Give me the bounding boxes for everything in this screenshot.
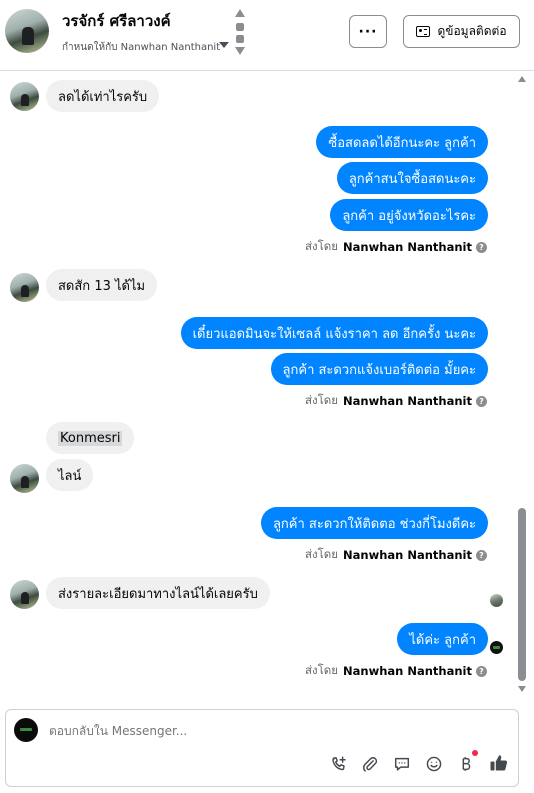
scrollbar-down-arrow[interactable]	[518, 686, 526, 692]
page-avatar	[14, 718, 38, 742]
highlighted-text[interactable]: Konmesri	[58, 430, 123, 446]
contact-name[interactable]: วรจักร์ ศรีลาวงค์	[62, 9, 171, 33]
incoming-message[interactable]: ส่งรายละเอียดมาทางไลน์ได้เลยครับ	[46, 577, 270, 609]
scrollbar-thumb[interactable]	[518, 508, 526, 681]
outgoing-message[interactable]: ซื้อสดลดได้อีกนะคะ ลูกค้า	[316, 126, 488, 158]
sent-by-label: ส่งโดย Nanwhan Nanthanit ?	[305, 392, 487, 410]
thumbs-up-icon[interactable]	[488, 752, 510, 774]
message-thread[interactable]: ลดได้เท่าไรครับ ซื้อสดลดได้อีกนะคะ ลูกค้…	[0, 72, 534, 700]
help-icon[interactable]: ?	[476, 395, 487, 407]
sender-avatar	[10, 273, 39, 302]
sent-by-prefix: ส่งโดย	[304, 393, 339, 407]
outgoing-message[interactable]: ลูกค้า อยู่จังหวัดอะไรคะ	[330, 199, 488, 231]
view-contact-info-button[interactable]: ดูข้อมูลติดต่อ	[403, 15, 520, 48]
help-icon[interactable]: ?	[476, 241, 487, 253]
view-contact-info-label: ดูข้อมูลติดต่อ	[437, 24, 507, 38]
outgoing-message[interactable]: ลูกค้า สะดวกให้ติดตอ ช่วงกี่โมงดีคะ	[260, 507, 488, 539]
sent-by-prefix: ส่งโดย	[304, 547, 339, 561]
outgoing-message[interactable]: ลูกค้า สะดวกแจ้งเบอร์ติดต่อ มั้ยคะ	[270, 353, 488, 385]
sent-by-agent: Nanwhan Nanthanit	[343, 548, 472, 562]
scroll-up-icon[interactable]	[235, 9, 245, 17]
sent-by-label: ส่งโดย Nanwhan Nanthanit ?	[305, 546, 487, 564]
help-icon[interactable]: ?	[476, 665, 487, 677]
incoming-message[interactable]: ไลน์	[46, 459, 94, 491]
conversation-header: วรจักร์ ศรีลาวงค์ กำหนดให้กับ Nanwhan Na…	[0, 0, 534, 71]
assign-dropdown-icon[interactable]	[219, 42, 229, 48]
phone-add-icon[interactable]	[329, 754, 349, 774]
help-icon[interactable]: ?	[476, 549, 487, 561]
reply-composer	[5, 709, 519, 787]
outgoing-message[interactable]: ได้ค่ะ ลูกค้า	[397, 623, 488, 655]
contact-avatar[interactable]	[5, 9, 49, 53]
scroll-dot	[236, 23, 244, 31]
more-options-button[interactable]: ···	[349, 15, 387, 48]
reply-input[interactable]	[49, 724, 489, 738]
contact-card-icon	[416, 26, 431, 37]
sender-avatar	[10, 580, 39, 609]
sender-avatar	[10, 82, 39, 111]
sent-by-prefix: ส่งโดย	[304, 663, 339, 677]
incoming-message[interactable]: สดสัก 13 ได้ไม	[46, 269, 158, 301]
sent-by-label: ส่งโดย Nanwhan Nanthanit ?	[305, 238, 487, 256]
scrollbar-up-arrow[interactable]	[518, 76, 526, 82]
sent-by-prefix: ส่งโดย	[304, 239, 339, 253]
sent-by-label: ส่งโดย Nanwhan Nanthanit ?	[305, 662, 487, 680]
incoming-message[interactable]: Konmesri	[46, 422, 135, 454]
incoming-message[interactable]: ลดได้เท่าไรครับ	[46, 80, 160, 112]
paperclip-icon[interactable]	[360, 754, 380, 774]
saved-reply-icon[interactable]	[392, 754, 412, 774]
emoji-icon[interactable]	[424, 754, 444, 774]
scroll-down-icon[interactable]	[235, 47, 245, 55]
thread-scrollbar[interactable]	[518, 72, 528, 700]
sent-by-agent: Nanwhan Nanthanit	[343, 240, 472, 254]
scroll-dot	[236, 35, 244, 43]
sent-by-agent: Nanwhan Nanthanit	[343, 394, 472, 408]
assigned-to-label[interactable]: กำหนดให้กับ Nanwhan Nanthanit	[62, 40, 220, 55]
sent-by-agent: Nanwhan Nanthanit	[343, 664, 472, 678]
baht-icon[interactable]	[456, 754, 476, 774]
notification-dot	[472, 750, 478, 756]
header-scroll-control[interactable]	[235, 9, 245, 55]
seen-receipt-avatar	[490, 641, 503, 654]
outgoing-message[interactable]: เดี๋ยวแอดมินจะให้เซลล์ แจ้งราคา ลด อีกคร…	[180, 317, 488, 349]
sender-avatar	[10, 464, 39, 493]
read-receipt-avatar	[490, 594, 503, 607]
outgoing-message[interactable]: ลูกค้าสนใจซื้อสดนะคะ	[336, 162, 488, 194]
